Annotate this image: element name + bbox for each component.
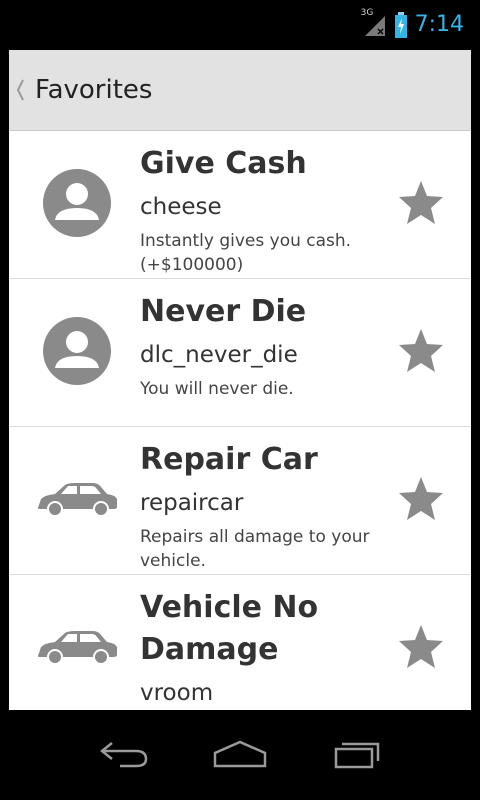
person-icon (35, 161, 119, 245)
back-icon[interactable] (94, 732, 154, 776)
list-item[interactable]: Never Die dlc_never_die You will never d… (9, 279, 471, 427)
item-code: dlc_never_die (140, 342, 298, 368)
favorites-list: Give Cash cheese Instantly gives you cas… (9, 131, 471, 710)
item-title: Never Die (140, 294, 307, 329)
status-clock: 7:14 (414, 12, 464, 37)
car-icon (35, 605, 119, 689)
list-item[interactable]: Repair Car repaircar Repairs all damage … (9, 427, 471, 575)
item-title: Vehicle No Damage (140, 590, 319, 667)
item-description: Repairs all damage to your vehicle. (140, 527, 370, 571)
favorite-star-icon[interactable] (397, 179, 445, 227)
item-text: Give Cash cheese Instantly gives you cas… (140, 143, 384, 277)
favorite-star-icon[interactable] (397, 475, 445, 523)
item-text: Repair Car repaircar Repairs all damage … (140, 439, 384, 573)
action-bar[interactable]: Favorites (9, 50, 471, 131)
status-icons: 3G 7:14 (361, 8, 464, 38)
item-text: Vehicle No Damage vroom (140, 587, 384, 710)
item-title: Give Cash (140, 146, 307, 181)
car-icon (35, 457, 119, 541)
recent-apps-icon[interactable] (328, 732, 388, 776)
up-chevron-icon[interactable] (13, 76, 27, 104)
person-icon (35, 309, 119, 393)
list-item[interactable]: Give Cash cheese Instantly gives you cas… (9, 131, 471, 279)
action-bar-title: Favorites (35, 75, 153, 105)
phone-screen: 3G 7:14 Favorites Give Cash cheese Insta… (0, 0, 480, 800)
app-content: Favorites Give Cash cheese Instantly giv… (9, 50, 471, 710)
item-code: vroom (140, 680, 214, 706)
item-description: You will never die. (140, 379, 294, 399)
favorite-star-icon[interactable] (397, 623, 445, 671)
item-title: Repair Car (140, 442, 318, 477)
item-code: repaircar (140, 490, 244, 516)
signal-icon: 3G (361, 8, 387, 38)
favorite-star-icon[interactable] (397, 327, 445, 375)
home-icon[interactable] (210, 732, 270, 776)
item-description: Instantly gives you cash. (+$100000) (140, 231, 352, 275)
status-bar: 3G 7:14 (0, 0, 480, 50)
network-type-label: 3G (360, 8, 374, 18)
item-code: cheese (140, 194, 222, 220)
battery-icon (394, 12, 407, 38)
navigation-bar (0, 710, 480, 800)
list-item[interactable]: Vehicle No Damage vroom (9, 575, 471, 710)
item-text: Never Die dlc_never_die You will never d… (140, 291, 384, 401)
